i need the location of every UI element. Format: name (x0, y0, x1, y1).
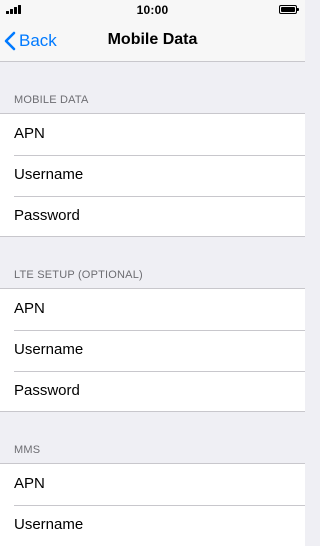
mobile-data-username-field[interactable]: Username (0, 155, 305, 196)
back-label: Back (19, 31, 57, 50)
cell-label: Username (14, 341, 84, 358)
status-bar: 10:00 (0, 0, 305, 20)
cell-label: APN (14, 300, 45, 317)
lte-username-field[interactable]: Username (0, 330, 305, 371)
section-header-label: MOBILE DATA (14, 94, 89, 106)
section-header-label: LTE SETUP (OPTIONAL) (14, 269, 143, 281)
section-header-label: MMS (14, 444, 41, 456)
status-time: 10:00 (136, 3, 169, 17)
mobile-data-password-field[interactable]: Password (0, 196, 305, 237)
mms-apn-field[interactable]: APN (0, 464, 305, 505)
mms-username-field[interactable]: Username (0, 505, 305, 546)
section-header-mms: MMS (0, 412, 305, 464)
navigation-bar: Back Mobile Data (0, 20, 305, 62)
battery-full-icon (279, 5, 299, 14)
mobile-data-apn-field[interactable]: APN (0, 114, 305, 155)
settings-list: MOBILE DATA APN Username Password LTE SE… (0, 62, 305, 546)
cell-label: APN (14, 475, 45, 492)
back-button[interactable]: Back (4, 28, 57, 54)
lte-password-field[interactable]: Password (0, 371, 305, 412)
lte-apn-field[interactable]: APN (0, 289, 305, 330)
cell-label: APN (14, 125, 45, 142)
cell-label: Password (14, 207, 80, 224)
cell-label: Password (14, 382, 80, 399)
chevron-left-icon (4, 31, 16, 51)
cell-label: Username (14, 166, 84, 183)
section-header-lte-setup: LTE SETUP (OPTIONAL) (0, 237, 305, 289)
section-header-mobile-data: MOBILE DATA (0, 62, 305, 114)
cell-label: Username (14, 516, 84, 533)
